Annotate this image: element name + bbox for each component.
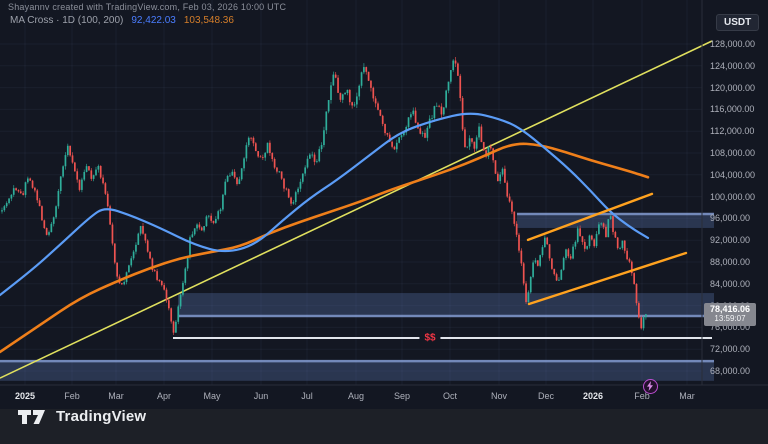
time-tick-label: Nov: [491, 391, 507, 401]
ma100-value: 92,422.03: [131, 15, 176, 26]
price-tick-label: 108,000.00: [710, 148, 766, 158]
lightning-bolt-glyph: [646, 381, 654, 391]
lightning-event-icon[interactable]: [643, 379, 658, 394]
time-tick-label: Aug: [348, 391, 364, 401]
time-tick-label: 2025: [15, 391, 35, 401]
time-tick-label: May: [203, 391, 220, 401]
price-tick-label: 120,000.00: [710, 83, 766, 93]
price-tick-label: 124,000.00: [710, 61, 766, 71]
attribution-text: Shayannv created with TradingView.com, F…: [8, 2, 286, 12]
price-tick-label: 100,000.00: [710, 192, 766, 202]
price-tick-label: 128,000.00: [710, 39, 766, 49]
tradingview-wordmark: TradingView: [56, 408, 146, 425]
time-tick-label: Feb: [64, 391, 80, 401]
tradingview-chart-window: Shayannv created with TradingView.com, F…: [0, 0, 768, 444]
tradingview-mark-icon: [18, 407, 48, 426]
indicator-title[interactable]: MA Cross · 1D (100, 200): [10, 15, 123, 26]
time-tick-label: Jun: [254, 391, 269, 401]
indicator-legend[interactable]: MA Cross · 1D (100, 200) 92,422.03 103,5…: [10, 15, 234, 26]
currency-unit-badge[interactable]: USDT: [716, 14, 759, 31]
time-tick-label: Sep: [394, 391, 410, 401]
time-tick-label: Apr: [157, 391, 171, 401]
price-tick-label: 116,000.00: [710, 104, 766, 114]
price-tick-label: 84,000.00: [710, 279, 766, 289]
time-tick-label: Dec: [538, 391, 554, 401]
time-tick-label: Oct: [443, 391, 457, 401]
price-tick-label: 72,000.00: [710, 344, 766, 354]
time-tick-label: Jul: [301, 391, 313, 401]
price-tick-label: 92,000.00: [710, 235, 766, 245]
last-price-value: 78,416.06: [704, 304, 756, 314]
bar-countdown: 13:59:07: [704, 314, 756, 324]
time-tick-label: 2026: [583, 391, 603, 401]
ma200-value: 103,548.36: [184, 15, 234, 26]
time-tick-label: Mar: [679, 391, 695, 401]
price-tick-label: 112,000.00: [710, 126, 766, 136]
chart-canvas[interactable]: [0, 0, 768, 444]
time-tick-label: Mar: [108, 391, 124, 401]
price-tick-label: 88,000.00: [710, 257, 766, 267]
last-price-label: 78,416.06 13:59:07: [704, 303, 756, 326]
dollar-annotation[interactable]: $$: [419, 333, 440, 344]
price-tick-label: 68,000.00: [710, 366, 766, 376]
tradingview-logo[interactable]: TradingView: [18, 407, 146, 426]
price-tick-label: 96,000.00: [710, 213, 766, 223]
price-tick-label: 104,000.00: [710, 170, 766, 180]
